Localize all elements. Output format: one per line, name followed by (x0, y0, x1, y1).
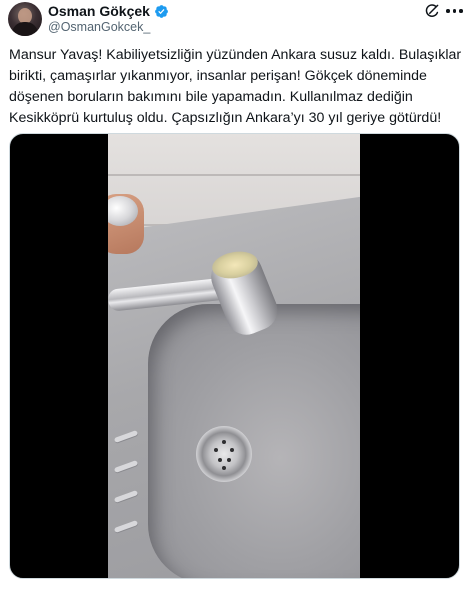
drain-hole (227, 458, 231, 462)
video-frame (108, 134, 360, 578)
video-sink-basin (148, 304, 360, 578)
more-dot-icon (452, 9, 456, 13)
grok-icon[interactable] (423, 2, 441, 20)
avatar[interactable] (8, 2, 42, 36)
name-row: Osman Gökçek (48, 2, 169, 20)
video-drain (196, 426, 252, 482)
more-options-icon[interactable] (446, 9, 464, 15)
tweet-media-video[interactable] (9, 133, 460, 579)
drain-hole (214, 448, 218, 452)
tile-grout (108, 174, 360, 176)
drain-hole (222, 440, 226, 444)
display-name[interactable]: Osman Gökçek (48, 3, 150, 19)
tweet-header: Osman Gökçek @OsmanGokcek_ (0, 0, 471, 38)
avatar-suit (12, 22, 38, 36)
drain-hole (222, 466, 226, 470)
more-dot-icon (446, 9, 450, 13)
more-dot-icon (459, 9, 463, 13)
drain-hole (218, 458, 222, 462)
verified-badge-icon (154, 4, 169, 19)
drain-hole (230, 448, 234, 452)
tweet-text: Mansur Yavaş! Kabiliyetsizliğin yüzünden… (9, 47, 462, 126)
user-handle[interactable]: @OsmanGokcek_ (48, 20, 150, 34)
